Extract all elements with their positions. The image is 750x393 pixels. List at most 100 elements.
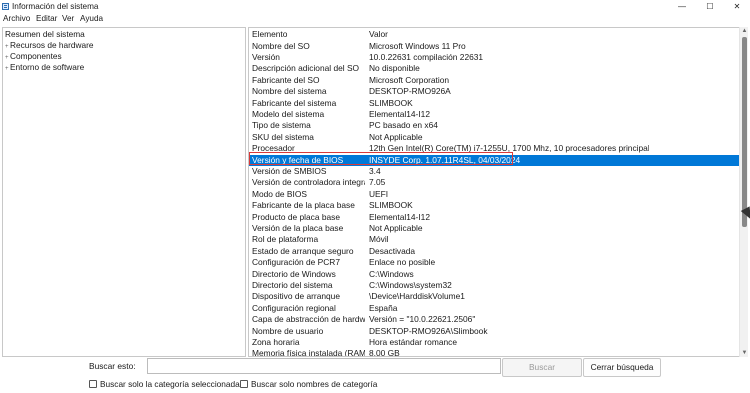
table-row[interactable]: Fabricante de la placa base SLIMBOOK xyxy=(249,200,739,211)
menu-editar[interactable]: Editar xyxy=(36,14,57,23)
row-element: Estado de arranque seguro xyxy=(252,245,354,256)
table-row[interactable]: Procesador 12th Gen Intel(R) Core(TM) i7-… xyxy=(249,143,739,154)
table-row[interactable]: Memoria física instalada (RAM) 8,00 GB xyxy=(249,348,739,357)
row-value: Hora estándar romance xyxy=(369,337,457,347)
row-element: Tipo de sistema xyxy=(252,120,311,131)
table-row[interactable]: Directorio del sistema C:\Windows\system3… xyxy=(249,280,739,291)
menu-archivo[interactable]: Archivo xyxy=(3,14,30,23)
table-row[interactable]: Versión 10.0.22631 compilación 22631 xyxy=(249,52,739,63)
row-value: UEFI xyxy=(369,188,389,199)
category-tree[interactable]: Resumen del sistema +Recursos de hardwar… xyxy=(2,27,246,357)
menu-ver[interactable]: Ver xyxy=(62,14,74,23)
menu-ayuda[interactable]: Ayuda xyxy=(80,14,103,23)
scroll-thumb[interactable] xyxy=(742,37,747,227)
row-element: SKU del sistema xyxy=(252,131,314,142)
row-value: C:\Windows\system32 xyxy=(369,280,452,290)
checkbox-box[interactable] xyxy=(240,380,248,388)
tree-item-label: Entorno de software xyxy=(10,62,85,72)
table-row[interactable]: Estado de arranque seguro Desactivada xyxy=(249,246,739,257)
row-value: Elemental14-I12 xyxy=(369,211,430,222)
table-row[interactable]: Versión de SMBIOS 3.4 xyxy=(249,166,739,177)
row-value: Elemental14-I12 xyxy=(369,109,430,119)
checkbox-label: Buscar solo nombres de categoría xyxy=(251,379,378,389)
row-value: Desactivada xyxy=(369,245,416,256)
table-row[interactable]: Configuración de PCR7 Enlace no posible xyxy=(249,257,739,268)
row-element: Modo de BIOS xyxy=(252,188,307,199)
table-row[interactable]: Rol de plataforma Móvil xyxy=(249,234,739,245)
row-value: C:\Windows xyxy=(369,268,414,279)
scroll-up-icon[interactable]: ▲ xyxy=(740,27,749,35)
row-value: No disponible xyxy=(369,63,420,74)
table-row[interactable]: Descripción adicional del SO No disponibl… xyxy=(249,63,739,74)
table-row[interactable]: Directorio de Windows C:\Windows xyxy=(249,269,739,280)
row-element: Directorio del sistema xyxy=(252,280,333,290)
column-header-element[interactable]: Elemento xyxy=(252,29,365,40)
maximize-button[interactable]: ☐ xyxy=(698,0,722,13)
column-header-value[interactable]: Valor xyxy=(369,29,649,40)
checkbox-selected-category[interactable]: Buscar solo la categoría seleccionada xyxy=(89,379,240,391)
close-button[interactable]: ✕ xyxy=(725,0,749,13)
row-value: 8,00 GB xyxy=(369,348,400,357)
table-row[interactable]: Versión de la placa base Not Applicable xyxy=(249,223,739,234)
row-value: DESKTOP-RMO926A xyxy=(369,86,451,97)
row-element: Descripción adicional del SO xyxy=(252,63,360,74)
row-element: Versión de la placa base xyxy=(252,223,344,233)
search-input[interactable] xyxy=(147,358,501,374)
details-table[interactable]: Elemento Valor Nombre del SO Microsoft Wi… xyxy=(248,27,748,357)
table-row[interactable]: Modo de BIOS UEFI xyxy=(249,189,739,200)
table-row[interactable]: Tipo de sistema PC basado en x64 xyxy=(249,120,739,131)
checkbox-box[interactable] xyxy=(89,380,97,388)
tree-item-label: Recursos de hardware xyxy=(10,40,94,50)
row-element: Nombre del SO xyxy=(252,40,310,51)
tree-item-label: Componentes xyxy=(10,51,62,61)
row-value: 3.4 xyxy=(369,166,381,176)
table-row[interactable]: Dispositivo de arranque \Device\HarddiskV… xyxy=(249,291,739,302)
table-row[interactable]: Capa de abstracción de hardware Versión =… xyxy=(249,314,739,325)
table-row[interactable]: Versión y fecha de BIOS INSYDE Corp. 1.07… xyxy=(249,154,739,166)
window-title: Información del sistema xyxy=(12,2,99,11)
table-row[interactable]: Zona horaria Hora estándar romance xyxy=(249,337,739,348)
row-value: SLIMBOOK xyxy=(369,200,413,211)
main-panes: Resumen del sistema +Recursos de hardwar… xyxy=(2,27,748,357)
minimize-button[interactable]: — xyxy=(670,0,694,13)
table-row[interactable]: Versión de controladora integra... 7.05 xyxy=(249,177,739,188)
row-value: DESKTOP-RMO926A\Slimbook xyxy=(369,325,488,336)
tree-item-label: Resumen del sistema xyxy=(5,29,85,39)
system-info-icon xyxy=(2,3,9,10)
row-element: Nombre del sistema xyxy=(252,86,327,97)
search-label: Buscar esto: xyxy=(89,361,136,371)
table-row[interactable]: Configuración regional España xyxy=(249,303,739,314)
search-area: Buscar esto: Buscar Cerrar búsqueda Busc… xyxy=(0,358,750,393)
row-element: Rol de plataforma xyxy=(252,234,319,245)
row-element: Versión y fecha de BIOS xyxy=(252,154,344,165)
row-element: Dispositivo de arranque xyxy=(252,291,340,302)
row-value: 12th Gen Intel(R) Core(TM) i7-1255U, 170… xyxy=(369,143,649,154)
table-row[interactable]: Fabricante del SO Microsoft Corporation xyxy=(249,75,739,86)
checkbox-category-names[interactable]: Buscar solo nombres de categoría xyxy=(240,379,377,391)
tree-item-summary[interactable]: Resumen del sistema xyxy=(5,29,85,40)
table-row[interactable]: Nombre del sistema DESKTOP-RMO926A xyxy=(249,86,739,97)
table-row[interactable]: Producto de placa base Elemental14-I12 xyxy=(249,212,739,223)
scroll-down-icon[interactable]: ▼ xyxy=(740,349,749,357)
vertical-scrollbar[interactable]: ▲ ▼ xyxy=(739,27,748,357)
row-element: Versión de controladora integra... xyxy=(252,177,365,188)
tree-item-components[interactable]: +Componentes xyxy=(5,51,62,62)
table-row[interactable]: SKU del sistema Not Applicable xyxy=(249,132,739,143)
row-element: Producto de placa base xyxy=(252,211,340,222)
row-value: España xyxy=(369,302,398,313)
table-row[interactable]: Nombre de usuario DESKTOP-RMO926A\Slimboo… xyxy=(249,326,739,337)
row-element: Versión de SMBIOS xyxy=(252,166,327,176)
row-element: Configuración regional xyxy=(252,302,336,313)
table-row[interactable]: Modelo del sistema Elemental14-I12 xyxy=(249,109,739,120)
table-row[interactable]: Fabricante del sistema SLIMBOOK xyxy=(249,98,739,109)
row-value: PC basado en x64 xyxy=(369,120,438,131)
close-search-button[interactable]: Cerrar búsqueda xyxy=(583,358,661,377)
tree-item-software[interactable]: +Entorno de software xyxy=(5,62,84,73)
row-element: Nombre de usuario xyxy=(252,325,324,336)
tree-item-hardware[interactable]: +Recursos de hardware xyxy=(5,40,93,51)
row-value: Microsoft Windows 11 Pro xyxy=(369,40,466,51)
row-value: Versión = "10.0.22621.2506" xyxy=(369,314,476,325)
search-button[interactable]: Buscar xyxy=(502,358,582,377)
row-value: Not Applicable xyxy=(369,131,423,142)
table-row[interactable]: Nombre del SO Microsoft Windows 11 Pro xyxy=(249,41,739,52)
